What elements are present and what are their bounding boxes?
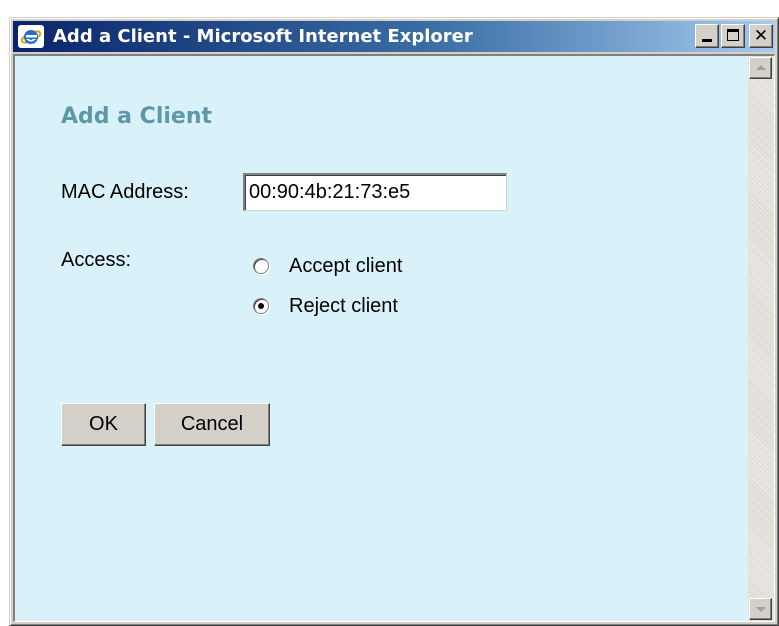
window-title: Add a Client - Microsoft Internet Explor… — [53, 26, 473, 47]
close-icon: ✕ — [753, 26, 769, 46]
cancel-button[interactable]: Cancel — [154, 403, 270, 446]
accept-client-label[interactable]: Accept client — [289, 255, 402, 278]
browser-window: Add a Client - Microsoft Internet Explor… — [9, 17, 779, 626]
reject-client-radio[interactable] — [253, 298, 269, 314]
close-button[interactable]: ✕ — [749, 24, 773, 48]
mac-address-input[interactable] — [243, 173, 507, 211]
scroll-down-button[interactable] — [749, 598, 772, 620]
accept-client-option[interactable]: Accept client — [253, 253, 402, 279]
window-controls: ✕ — [693, 24, 773, 48]
ok-button[interactable]: OK — [61, 403, 146, 446]
page-content: Add a Client MAC Address: Access: Accept… — [13, 54, 775, 622]
reject-client-option[interactable]: Reject client — [253, 293, 398, 319]
arrow-up-icon — [756, 65, 766, 70]
maximize-icon — [727, 29, 739, 41]
arrow-down-icon — [756, 607, 766, 612]
page-title: Add a Client — [61, 104, 213, 129]
vertical-scrollbar[interactable] — [748, 56, 774, 621]
minimize-icon — [702, 39, 712, 42]
internet-explorer-icon[interactable] — [18, 25, 44, 48]
maximize-button[interactable] — [721, 24, 745, 48]
minimize-button[interactable] — [695, 24, 719, 48]
scroll-up-button[interactable] — [749, 57, 772, 79]
mac-address-label: MAC Address: — [61, 181, 189, 203]
accept-client-radio[interactable] — [253, 258, 269, 274]
reject-client-label[interactable]: Reject client — [289, 295, 398, 318]
title-bar[interactable]: Add a Client - Microsoft Internet Explor… — [13, 21, 775, 52]
access-label: Access: — [61, 249, 132, 271]
